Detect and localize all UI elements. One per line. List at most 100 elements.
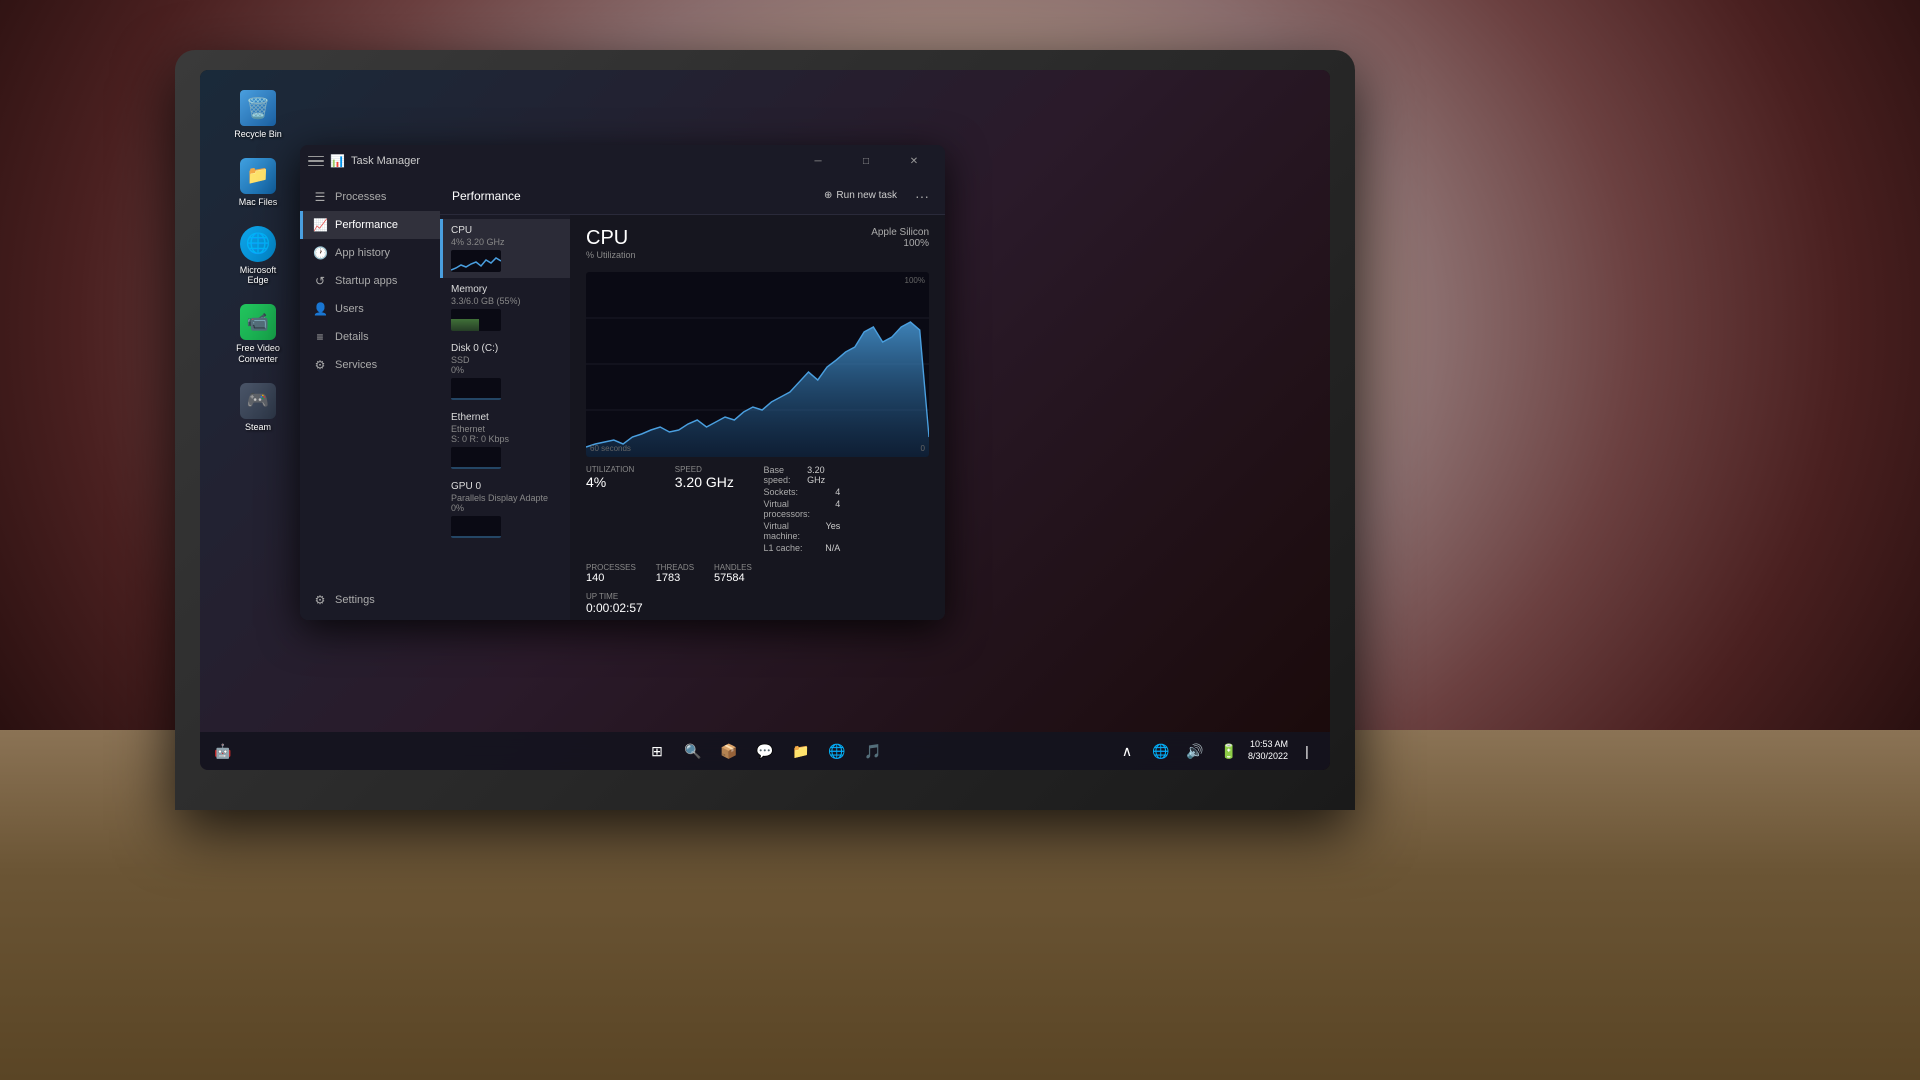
speed-label: Speed: [675, 465, 752, 474]
taskbar-search-button[interactable]: 🔍: [678, 736, 708, 766]
hamburger-menu-icon[interactable]: [308, 153, 324, 169]
startup-apps-icon: ↺: [313, 274, 327, 288]
performance-title: Performance: [452, 189, 521, 203]
mac-files-label: Mac Files: [239, 197, 278, 208]
time-display[interactable]: 10:53 AM 8/30/2022: [1248, 739, 1288, 762]
title-bar-left: 📊 Task Manager: [308, 153, 420, 169]
cpu-name: CPU: [451, 225, 562, 236]
desktop-icon-mac-files[interactable]: 📁 Mac Files: [228, 158, 288, 208]
sidebar-item-performance[interactable]: 📈 Performance: [300, 211, 440, 239]
cpu-mini-chart: [451, 250, 501, 272]
cpu-chart-container: 60 seconds 100% 0: [586, 272, 929, 457]
more-options-button[interactable]: ···: [911, 186, 933, 206]
virtual-machine-label: Virtual machine:: [764, 521, 826, 541]
maximize-button[interactable]: □: [843, 145, 889, 177]
cpu-title-section: CPU % Utilization: [586, 227, 636, 270]
taskbar-center: ⊞ 🔍 📦 💬 📁 🌐 🎵: [642, 736, 888, 766]
close-button[interactable]: ✕: [891, 145, 937, 177]
sidebar-item-app-history[interactable]: 🕐 App history: [300, 239, 440, 267]
sidebar-item-services[interactable]: ⚙ Services: [300, 351, 440, 379]
taskbar-battery-icon[interactable]: 🔋: [1214, 736, 1244, 766]
threads-stat: Threads 1783: [656, 563, 694, 584]
processes-stat-label: Processes: [586, 563, 636, 572]
performance-content: CPU 4% 3.20 GHz: [440, 215, 945, 620]
cpu-sub: 4% 3.20 GHz: [451, 237, 562, 247]
taskbar-widgets-button[interactable]: 📦: [714, 736, 744, 766]
title-bar-text: Task Manager: [351, 155, 420, 167]
sidebar-item-users[interactable]: 👤 Users: [300, 295, 440, 323]
fvc-label: Free Video Converter: [228, 343, 288, 365]
taskbar-chat-button[interactable]: 💬: [750, 736, 780, 766]
recycle-bin-icon: 🗑️: [240, 90, 276, 126]
desktop-icon-edge[interactable]: 🌐 Microsoft Edge: [228, 226, 288, 287]
l1-cache-value: N/A: [825, 543, 840, 553]
taskbar-right: ∧ 🌐 🔊 🔋 10:53 AM 8/30/2022 |: [1112, 736, 1322, 766]
performance-label: Performance: [335, 219, 398, 231]
taskbar-show-desktop-button[interactable]: |: [1292, 736, 1322, 766]
settings-label: Settings: [335, 594, 375, 606]
device-item-disk0[interactable]: Disk 0 (C:) SSD0%: [440, 337, 570, 406]
sidebar-item-startup-apps[interactable]: ↺ Startup apps: [300, 267, 440, 295]
handles-stat: Handles 57584: [714, 563, 752, 584]
sidebar-item-details[interactable]: ≡ Details: [300, 323, 440, 351]
virtual-machine-value: Yes: [826, 521, 841, 541]
taskbar-media-button[interactable]: 🎵: [858, 736, 888, 766]
run-task-icon: ⊕: [824, 190, 832, 201]
base-speed-value: 3.20 GHz: [807, 465, 840, 485]
base-speed-info: Base speed: 3.20 GHz Sockets: 4: [764, 465, 841, 553]
utilization-value: 4%: [586, 474, 663, 490]
gpu-mini-chart: [451, 516, 501, 538]
performance-header: Performance ⊕ Run new task ···: [440, 177, 945, 215]
ethernet-mini-chart: [451, 447, 501, 469]
taskbar-left: 🤖: [208, 736, 238, 766]
taskbar: 🤖 ⊞ 🔍 📦 💬 📁 🌐 🎵 ∧ 🌐 🔊 🔋: [200, 732, 1330, 770]
threads-stat-value: 1783: [656, 572, 694, 584]
title-bar: 📊 Task Manager ─ □ ✕: [300, 145, 945, 177]
device-item-memory[interactable]: Memory 3.3/6.0 GB (55%): [440, 278, 570, 337]
time-text: 10:53 AM: [1250, 739, 1288, 751]
base-speed-row: Base speed: 3.20 GHz: [764, 465, 841, 485]
taskbar-edge-button[interactable]: 🌐: [822, 736, 852, 766]
memory-mini-chart: [451, 309, 501, 331]
taskbar-start-button[interactable]: ⊞: [642, 736, 672, 766]
cpu-model-section: Apple Silicon 100%: [871, 227, 929, 249]
device-item-cpu[interactable]: CPU 4% 3.20 GHz: [440, 219, 570, 278]
users-label: Users: [335, 303, 364, 315]
utilization-label: Utilization: [586, 465, 663, 474]
laptop-body: 🗑️ Recycle Bin 📁 Mac Files 🌐 Microsoft E…: [175, 50, 1355, 810]
cpu-title: CPU: [586, 227, 636, 250]
desktop-icon-steam[interactable]: 🎮 Steam: [228, 383, 288, 433]
run-new-task-button[interactable]: ⊕ Run new task: [818, 187, 903, 204]
l1-cache-row: L1 cache: N/A: [764, 543, 841, 553]
date-text: 8/30/2022: [1248, 751, 1288, 763]
fvc-icon: 📹: [240, 304, 276, 340]
desktop-icon-recycle-bin[interactable]: 🗑️ Recycle Bin: [228, 90, 288, 140]
disk-name: Disk 0 (C:): [451, 343, 562, 354]
gpu-sub: Parallels Display Adapte0%: [451, 493, 562, 513]
sidebar-item-settings[interactable]: ⚙ Settings: [300, 586, 440, 614]
cpu-model: Apple Silicon: [871, 227, 929, 238]
performance-icon: 📈: [313, 218, 327, 232]
app-history-label: App history: [335, 247, 390, 259]
taskbar-files-button[interactable]: 📁: [786, 736, 816, 766]
desktop-icon-fvc[interactable]: 📹 Free Video Converter: [228, 304, 288, 365]
uptime-label: Up time: [586, 592, 929, 601]
speed-stat: Speed 3.20 GHz: [675, 465, 752, 553]
minimize-button[interactable]: ─: [795, 145, 841, 177]
device-item-gpu0[interactable]: GPU 0 Parallels Display Adapte0%: [440, 475, 570, 544]
taskbar-copilot-button[interactable]: 🤖: [208, 736, 238, 766]
taskbar-network-icon[interactable]: 🌐: [1146, 736, 1176, 766]
details-icon: ≡: [313, 330, 327, 344]
cpu-detail-panel: CPU % Utilization Apple Silicon 100%: [570, 215, 945, 620]
details-label: Details: [335, 331, 369, 343]
sockets-label: Sockets:: [764, 487, 799, 497]
taskbar-chevron-button[interactable]: ∧: [1112, 736, 1142, 766]
sockets-row: Sockets: 4: [764, 487, 841, 497]
device-item-ethernet[interactable]: Ethernet EthernetS: 0 R: 0 Kbps: [440, 406, 570, 475]
desktop: 🗑️ Recycle Bin 📁 Mac Files 🌐 Microsoft E…: [200, 70, 1330, 770]
sidebar-item-processes[interactable]: ☰ Processes: [300, 183, 440, 211]
taskbar-volume-icon[interactable]: 🔊: [1180, 736, 1210, 766]
utilization-stat: Utilization 4%: [586, 465, 663, 553]
chart-100-label: 100%: [905, 276, 925, 285]
steam-label: Steam: [245, 422, 271, 433]
